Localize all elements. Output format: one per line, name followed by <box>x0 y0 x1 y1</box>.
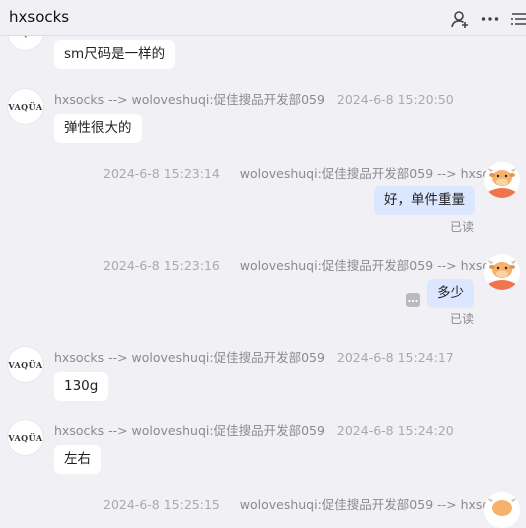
message-bubble[interactable]: 左右 <box>54 445 101 474</box>
chat-history[interactable]: VAQÜA sm尺码是一样的 VAQÜA hxsocks --> woloves… <box>0 0 526 528</box>
avatar[interactable]: VAQÜA <box>7 346 44 383</box>
chat-title: hxsocks <box>9 8 70 26</box>
message-meta: 2024-6-8 15:25:15 woloveshuqi:促佳搜品开发部059… <box>103 494 511 513</box>
list-icon[interactable] <box>509 9 526 29</box>
message-time: 2024-6-8 15:24:20 <box>336 423 454 438</box>
message-time: 2024-6-8 15:23:14 <box>103 166 220 181</box>
message-sender: hxsocks --> woloveshuqi:促佳搜品开发部059 <box>54 423 325 438</box>
message-sender: hxsocks --> woloveshuqi:促佳搜品开发部059 <box>54 92 325 107</box>
read-status: 已读 <box>450 220 475 234</box>
read-status: 已读 <box>450 312 475 326</box>
message-time: 2024-6-8 15:24:17 <box>336 350 454 365</box>
cow-avatar-icon <box>484 162 520 198</box>
message-more-icon[interactable] <box>406 293 420 307</box>
chat-header: hxsocks <box>0 0 526 36</box>
message-sender: woloveshuqi:促佳搜品开发部059 --> hxsocks <box>239 166 511 181</box>
message-time: 2024-6-8 15:25:15 <box>103 497 220 512</box>
message-bubble[interactable]: 弹性很大的 <box>54 114 142 143</box>
avatar-logo-text: VAQÜA <box>8 101 43 112</box>
avatar-logo-text: VAQÜA <box>8 432 43 443</box>
ellipsis-icon <box>408 299 418 303</box>
message-sender: hxsocks --> woloveshuqi:促佳搜品开发部059 <box>54 350 325 365</box>
more-icon[interactable] <box>480 9 500 29</box>
message-meta: 2024-6-8 15:23:14 woloveshuqi:促佳搜品开发部059… <box>103 163 511 182</box>
message-bubble[interactable]: 多少 <box>427 279 474 308</box>
cow-avatar-icon <box>484 492 520 528</box>
message-meta: hxsocks --> woloveshuqi:促佳搜品开发部059 2024-… <box>54 420 454 439</box>
add-contact-icon[interactable] <box>450 9 470 29</box>
message-meta: hxsocks --> woloveshuqi:促佳搜品开发部059 2024-… <box>54 89 454 108</box>
message-meta: hxsocks --> woloveshuqi:促佳搜品开发部059 2024-… <box>54 347 454 366</box>
message-sender: woloveshuqi:促佳搜品开发部059 --> hxsocks <box>239 497 511 512</box>
message-time: 2024-6-8 15:23:16 <box>103 258 220 273</box>
avatar[interactable] <box>484 254 520 290</box>
message-meta: 2024-6-8 15:23:16 woloveshuqi:促佳搜品开发部059… <box>103 255 511 274</box>
avatar[interactable]: VAQÜA <box>7 419 44 456</box>
message-time: 2024-6-8 15:20:50 <box>336 92 454 107</box>
avatar-logo-text: VAQÜA <box>8 359 43 370</box>
message-bubble[interactable]: sm尺码是一样的 <box>54 40 176 69</box>
cow-avatar-icon <box>484 254 520 290</box>
message-bubble[interactable]: 好，单件重量 <box>374 186 475 215</box>
message-sender: woloveshuqi:促佳搜品开发部059 --> hxsocks <box>239 258 511 273</box>
avatar[interactable] <box>484 492 520 528</box>
message-bubble[interactable]: 130g <box>54 372 109 401</box>
avatar[interactable] <box>484 162 520 198</box>
avatar[interactable]: VAQÜA <box>7 88 44 125</box>
